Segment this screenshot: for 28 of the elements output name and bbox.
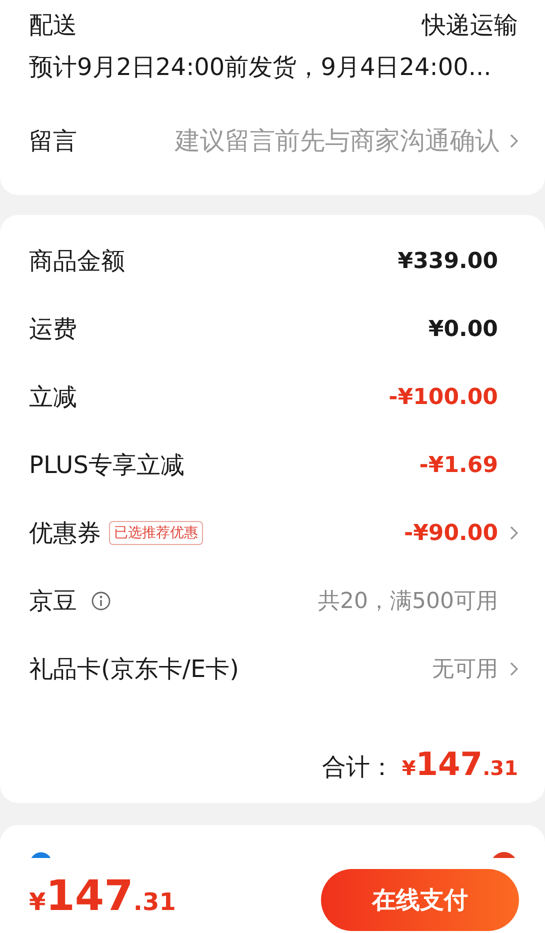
message-label: 留言 — [29, 126, 77, 156]
price-label: 优惠券 — [29, 518, 101, 548]
price-value: ¥0.00 — [428, 316, 498, 342]
price-label: 立减 — [29, 382, 77, 412]
chevron-icon — [510, 526, 518, 540]
price-value[interactable]: 无可用 — [432, 654, 498, 684]
pay-amount: ¥147.31 — [29, 871, 176, 920]
message-hint[interactable]: 建议留言前先与商家沟通确认 — [77, 124, 500, 157]
recommended-tag: 已选推荐优惠 — [109, 521, 203, 545]
price-label: 礼品卡(京东卡/E卡) — [29, 654, 239, 684]
price-value: -¥1.69 — [419, 452, 498, 478]
price-label: 运费 — [29, 314, 77, 344]
price-label: 商品金额 — [29, 246, 125, 276]
price-value: 共20，满500可用 — [318, 588, 498, 616]
price-value: ¥339.00 — [398, 248, 498, 274]
price-label: PLUS专享立减 — [29, 450, 184, 480]
pay-button[interactable]: 在线支付 — [321, 868, 519, 930]
chevron-icon — [510, 134, 518, 148]
delivery-note: 预计9月2日24:00前发货，9月4日24:00... — [29, 52, 492, 82]
price-value[interactable]: -¥90.00 — [404, 520, 498, 546]
chevron-icon — [510, 662, 518, 676]
total-amount: ¥147.31 — [402, 745, 518, 783]
price-label: 京豆 — [29, 586, 77, 616]
delivery-label: 配送 — [29, 10, 77, 40]
total-label: 合计： — [322, 752, 394, 782]
price-value: -¥100.00 — [388, 384, 498, 410]
delivery-method: 快递运输 — [422, 10, 518, 40]
info-icon[interactable] — [91, 591, 111, 611]
